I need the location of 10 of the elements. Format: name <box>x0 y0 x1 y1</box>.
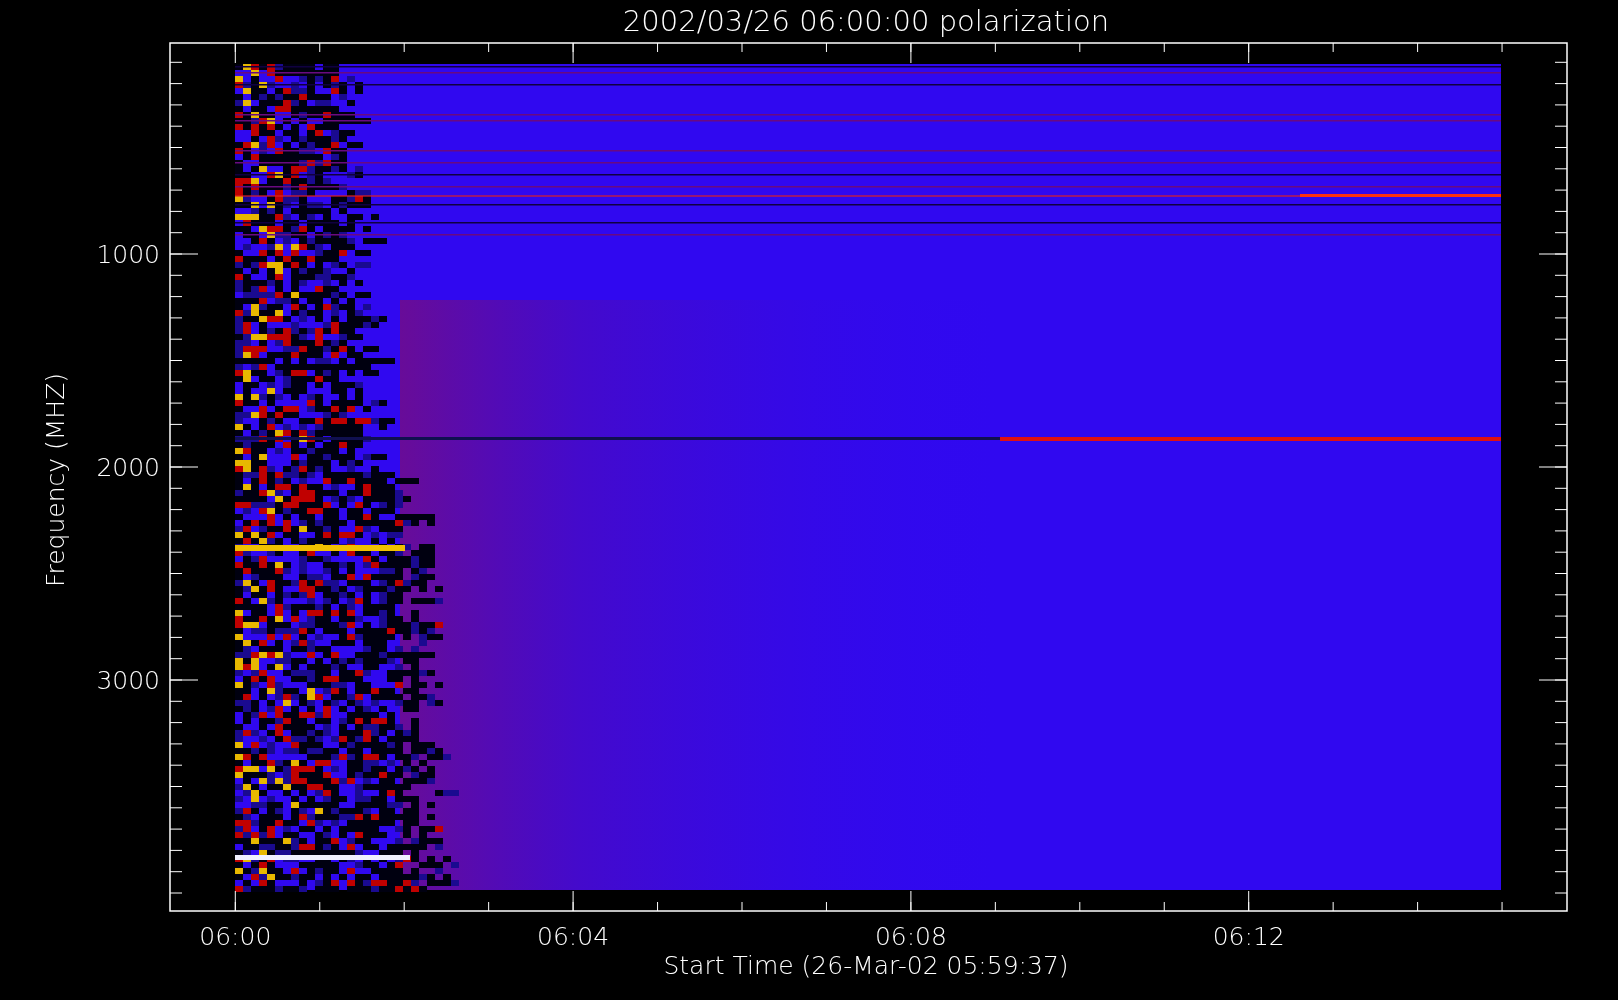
y-tick-label: 1000 <box>96 240 160 269</box>
y-axis-label: Frequency (MHZ) <box>41 372 70 588</box>
x-tick-label: 06:12 <box>1212 922 1285 951</box>
x-tick-label: 06:08 <box>874 922 947 951</box>
x-axis-label: Start Time (26-Mar-02 05:59:37) <box>663 951 1069 980</box>
x-tick-label: 06:00 <box>199 922 272 951</box>
plot-title: 2002/03/26 06:00:00 polarization <box>622 4 1110 38</box>
y-tick-label: 3000 <box>96 666 160 695</box>
x-tick-label: 06:04 <box>537 922 610 951</box>
y-tick-label: 2000 <box>96 453 160 482</box>
